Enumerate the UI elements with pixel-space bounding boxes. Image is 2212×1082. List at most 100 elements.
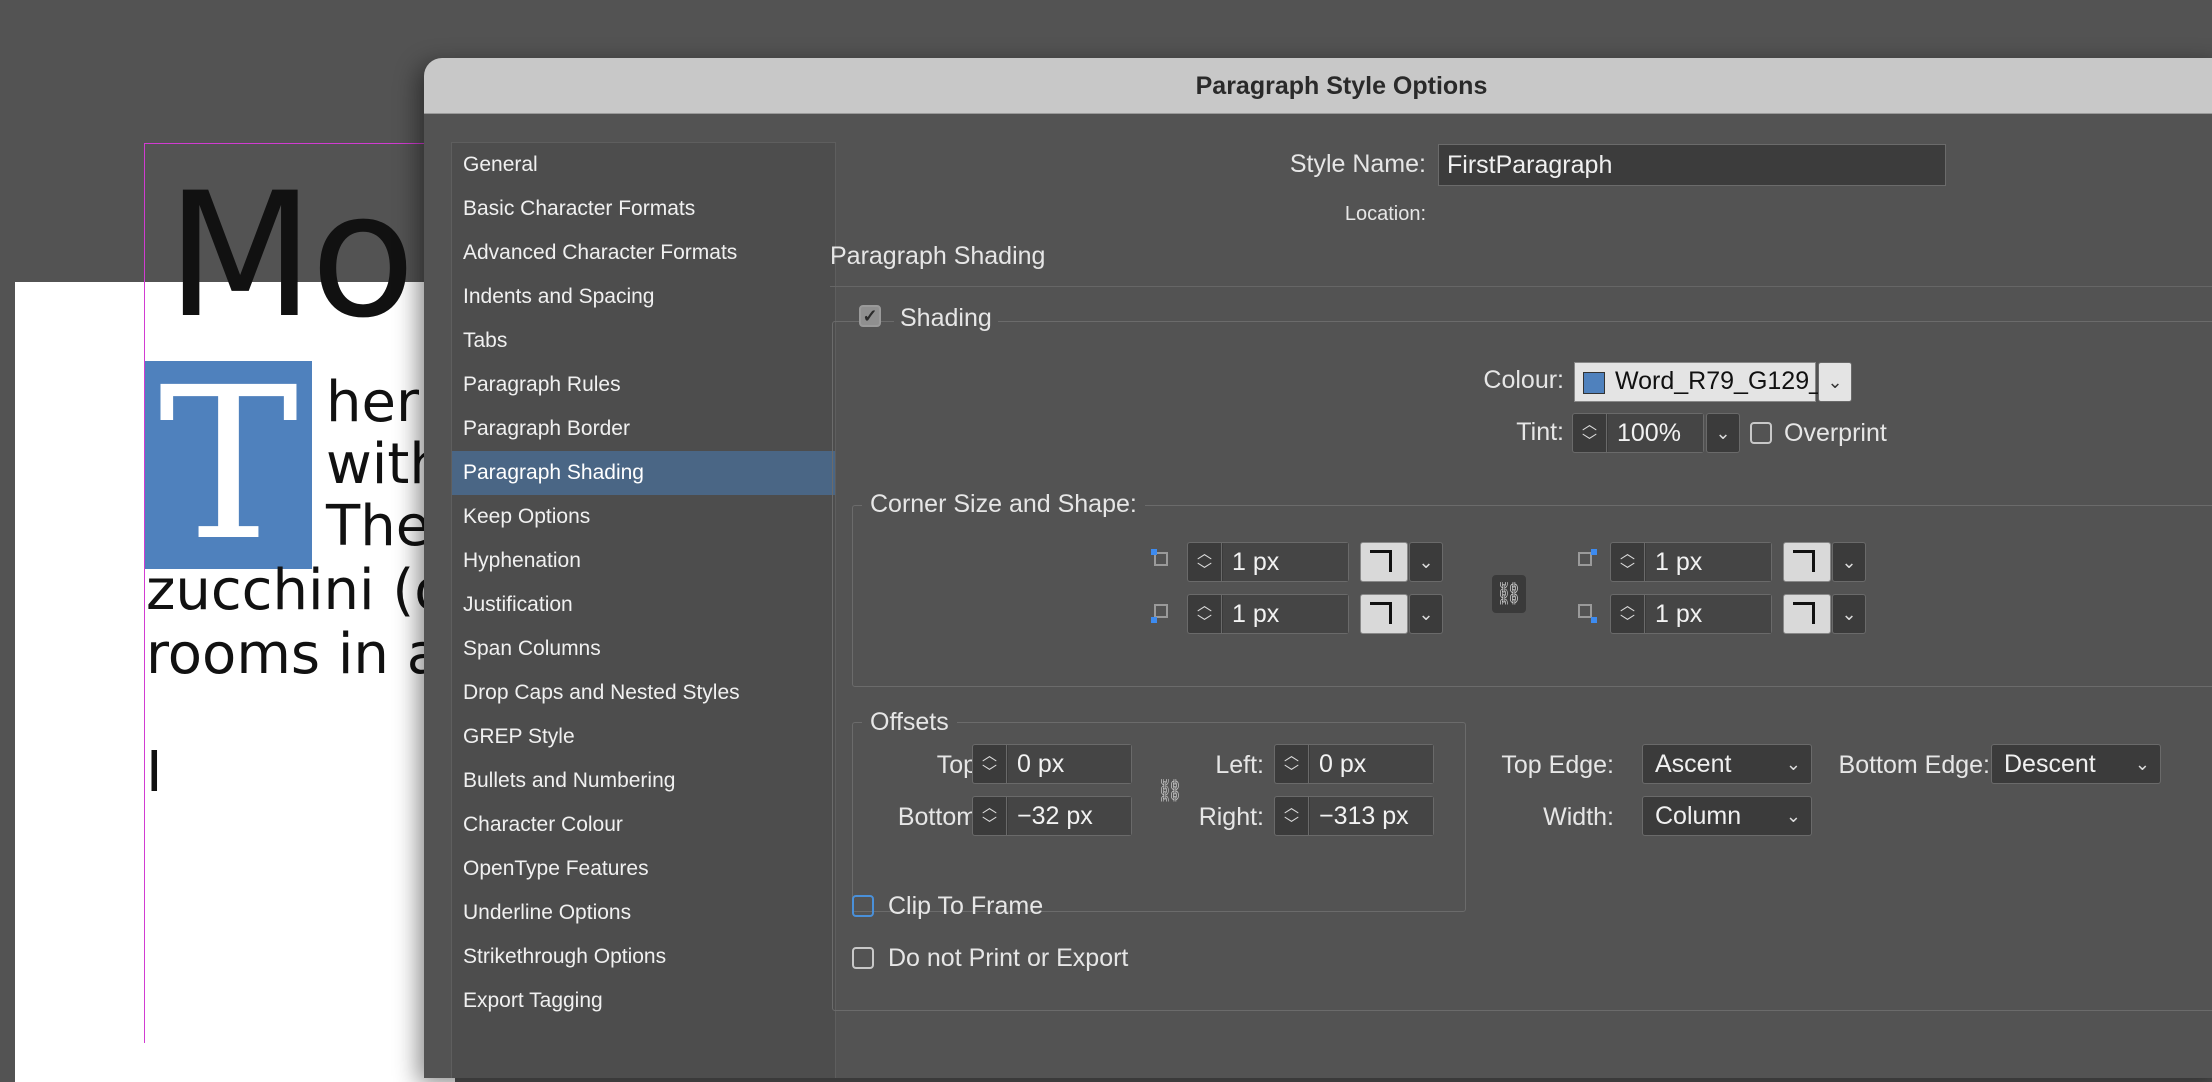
top-left-corner-size[interactable]: ︿ ﹀ 1 px: [1187, 542, 1349, 582]
category-item-span-columns[interactable]: Span Columns: [452, 627, 835, 671]
chevron-down-icon: ⌄: [1785, 806, 1801, 826]
category-item-underline-options[interactable]: Underline Options: [452, 891, 835, 935]
colour-label: Colour:: [1483, 366, 1564, 394]
stepper-arrows-icon[interactable]: ︿ ﹀: [1573, 414, 1607, 452]
colour-select[interactable]: Word_R79_G129_...: [1574, 362, 1844, 402]
offset-left-stepper[interactable]: ︿ ﹀ 0 px: [1274, 744, 1434, 784]
link-offsets-icon[interactable]: ⛓: [1156, 773, 1184, 809]
bottom-left-corner-value[interactable]: 1 px: [1223, 595, 1348, 633]
document-text-line: rooms in a: [146, 622, 442, 687]
category-item-export-tagging[interactable]: Export Tagging: [452, 979, 835, 1023]
stepper-arrows-icon[interactable]: ︿ ﹀: [1275, 745, 1309, 783]
category-item-justification[interactable]: Justification: [452, 583, 835, 627]
clip-to-frame-checkbox[interactable]: [852, 895, 874, 917]
category-item-character-colour[interactable]: Character Colour: [452, 803, 835, 847]
stepper-arrows-icon[interactable]: ︿ ﹀: [973, 745, 1007, 783]
style-name-input[interactable]: FirstParagraph: [1438, 144, 1946, 186]
offset-bottom-value[interactable]: −32 px: [1008, 797, 1131, 835]
document-text-line: her: [326, 370, 419, 435]
category-item-hyphenation[interactable]: Hyphenation: [452, 539, 835, 583]
bottom-left-corner-size[interactable]: ︿ ﹀ 1 px: [1187, 594, 1349, 634]
tint-stepper[interactable]: ︿ ﹀ 100%: [1572, 413, 1704, 453]
offset-right-value[interactable]: −313 px: [1310, 797, 1433, 835]
bottom-right-corner-value[interactable]: 1 px: [1646, 595, 1771, 633]
style-name-label: Style Name:: [1289, 150, 1426, 178]
bottom-right-corner-icon: [1574, 600, 1598, 624]
top-edge-select[interactable]: Ascent ⌄: [1642, 744, 1812, 784]
offset-right-stepper[interactable]: ︿ ﹀ −313 px: [1274, 796, 1434, 836]
bottom-left-corner-shape-dropdown[interactable]: ⌄: [1409, 594, 1443, 634]
overprint-checkbox[interactable]: [1750, 422, 1772, 444]
top-left-corner-shape-dropdown[interactable]: ⌄: [1409, 542, 1443, 582]
category-item-indents-and-spacing[interactable]: Indents and Spacing: [452, 275, 835, 319]
corner-shape-icon: [1793, 550, 1815, 572]
stepper-arrows-icon[interactable]: ︿ ﹀: [1188, 595, 1222, 633]
top-right-corner-shape[interactable]: [1783, 542, 1831, 582]
bottom-right-corner-shape[interactable]: [1783, 594, 1831, 634]
shading-checkbox[interactable]: ✓: [859, 305, 881, 327]
colour-swatch: [1583, 372, 1605, 394]
category-item-general[interactable]: General: [452, 143, 835, 187]
bottom-right-corner-shape-dropdown[interactable]: ⌄: [1832, 594, 1866, 634]
category-item-advanced-character-formats[interactable]: Advanced Character Formats: [452, 231, 835, 275]
category-item-bullets-and-numbering[interactable]: Bullets and Numbering: [452, 759, 835, 803]
top-left-corner-shape[interactable]: [1360, 542, 1408, 582]
top-edge-value: Ascent: [1655, 750, 1732, 778]
stepper-arrows-icon[interactable]: ︿ ﹀: [1611, 543, 1645, 581]
category-item-paragraph-shading[interactable]: Paragraph Shading: [452, 451, 835, 495]
category-item-paragraph-border[interactable]: Paragraph Border: [452, 407, 835, 451]
stepper-arrows-icon[interactable]: ︿ ﹀: [1611, 595, 1645, 633]
category-item-strikethrough-options[interactable]: Strikethrough Options: [452, 935, 835, 979]
offset-bottom-stepper[interactable]: ︿ ﹀ −32 px: [972, 796, 1132, 836]
top-right-corner-shape-dropdown[interactable]: ⌄: [1832, 542, 1866, 582]
top-edge-label: Top Edge:: [1501, 751, 1614, 779]
link-corners-icon[interactable]: ⛓: [1492, 575, 1526, 613]
stepper-arrows-icon[interactable]: ︿ ﹀: [1188, 543, 1222, 581]
colour-value: Word_R79_G129_...: [1615, 367, 1844, 395]
chevron-down-icon: ⌄: [1785, 754, 1801, 774]
category-item-drop-caps-and-nested-styles[interactable]: Drop Caps and Nested Styles: [452, 671, 835, 715]
category-item-keep-options[interactable]: Keep Options: [452, 495, 835, 539]
offset-left-value[interactable]: 0 px: [1310, 745, 1433, 783]
do-not-print-checkbox[interactable]: [852, 947, 874, 969]
section-divider: [830, 286, 2212, 287]
document-text-line: I: [146, 740, 163, 805]
category-item-paragraph-rules[interactable]: Paragraph Rules: [452, 363, 835, 407]
top-right-corner-size[interactable]: ︿ ﹀ 1 px: [1610, 542, 1772, 582]
bottom-left-corner-icon: [1150, 600, 1174, 624]
top-right-corner-value[interactable]: 1 px: [1646, 543, 1771, 581]
paragraph-style-options-dialog: Paragraph Style Options General Basic Cha…: [424, 58, 2212, 1078]
stepper-arrows-icon[interactable]: ︿ ﹀: [973, 797, 1007, 835]
category-item-tabs[interactable]: Tabs: [452, 319, 835, 363]
bottom-edge-label: Bottom Edge:: [1838, 751, 1990, 779]
tint-label: Tint:: [1516, 418, 1564, 446]
offset-top-stepper[interactable]: ︿ ﹀ 0 px: [972, 744, 1132, 784]
tint-dropdown-button[interactable]: ⌄: [1706, 413, 1740, 453]
bottom-edge-select[interactable]: Descent ⌄: [1991, 744, 2161, 784]
corner-shape-icon: [1370, 602, 1392, 624]
document-text-line: zucchini (o: [146, 558, 449, 623]
offset-top-label: Top:: [936, 751, 984, 779]
width-label: Width:: [1543, 803, 1614, 831]
category-list: General Basic Character Formats Advanced C…: [451, 142, 836, 1078]
offset-top-value[interactable]: 0 px: [1008, 745, 1131, 783]
bottom-left-corner-shape[interactable]: [1360, 594, 1408, 634]
category-item-opentype-features[interactable]: OpenType Features: [452, 847, 835, 891]
corner-shape-icon: [1370, 550, 1392, 572]
width-select[interactable]: Column ⌄: [1642, 796, 1812, 836]
location-label: Location:: [1344, 203, 1426, 225]
section-title: Paragraph Shading: [830, 242, 1046, 270]
offsets-title: Offsets: [862, 708, 957, 737]
bottom-right-corner-size[interactable]: ︿ ﹀ 1 px: [1610, 594, 1772, 634]
top-left-corner-value[interactable]: 1 px: [1223, 543, 1348, 581]
category-item-grep-style[interactable]: GREP Style: [452, 715, 835, 759]
chevron-down-icon: ⌄: [2134, 754, 2150, 774]
top-right-corner-icon: [1574, 548, 1598, 572]
tint-value[interactable]: 100%: [1608, 414, 1703, 452]
category-item-basic-character-formats[interactable]: Basic Character Formats: [452, 187, 835, 231]
stepper-arrows-icon[interactable]: ︿ ﹀: [1275, 797, 1309, 835]
dialog-titlebar[interactable]: Paragraph Style Options: [424, 58, 2212, 114]
colour-dropdown-button[interactable]: ⌄: [1818, 362, 1852, 402]
top-left-corner-icon: [1150, 548, 1174, 572]
dialog-title: Paragraph Style Options: [1195, 72, 1488, 100]
